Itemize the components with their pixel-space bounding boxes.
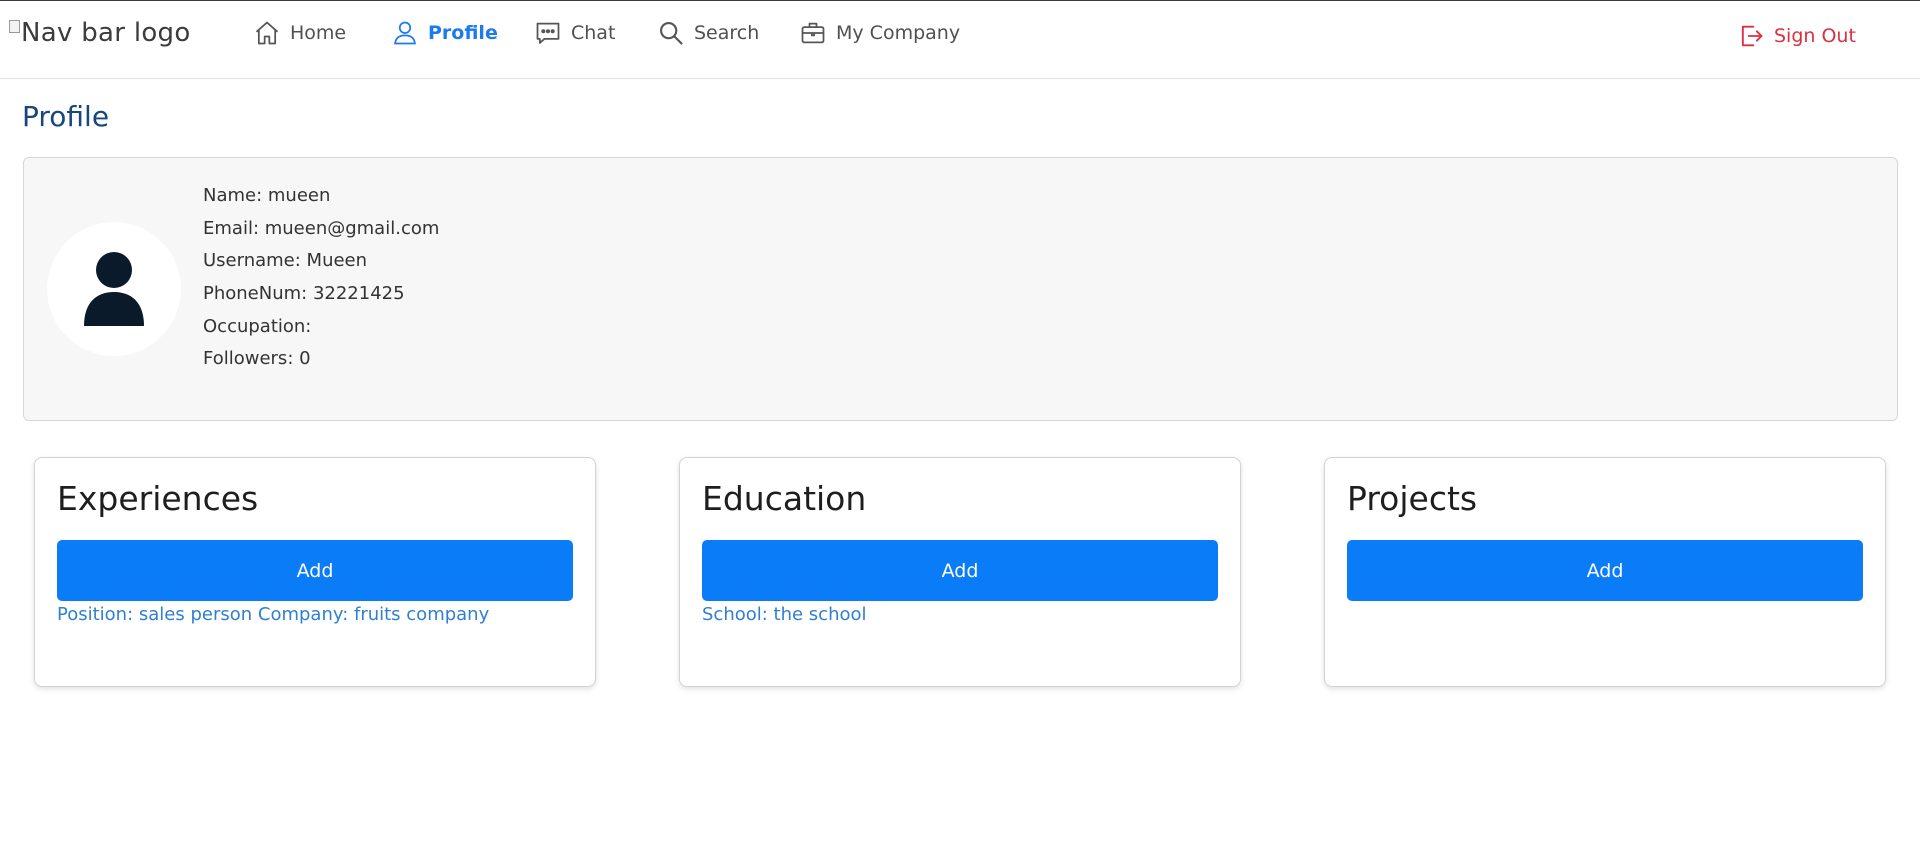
add-education-button[interactable]: Add	[702, 540, 1218, 601]
nav-item-home[interactable]: Home	[253, 19, 346, 47]
education-title: Education	[702, 479, 867, 518]
sign-out-label: Sign Out	[1774, 25, 1856, 47]
nav-item-label: Chat	[571, 22, 616, 44]
page-title: Profile	[22, 100, 110, 133]
top-navbar: Nav bar logo Home Profile Chat Search My…	[0, 1, 1920, 79]
projects-card: Projects Add	[1324, 457, 1886, 687]
briefcase-icon	[801, 22, 825, 44]
experience-entry[interactable]: Position: sales person Company: fruits c…	[57, 604, 489, 625]
person-icon	[84, 252, 144, 326]
broken-image-icon	[9, 20, 20, 33]
home-icon	[255, 21, 279, 45]
avatar	[47, 222, 181, 356]
profile-name: Name: mueen	[203, 185, 331, 206]
nav-logo[interactable]: Nav bar logo	[9, 18, 191, 48]
sign-out-link[interactable]: Sign Out	[1737, 22, 1856, 50]
nav-item-label: My Company	[836, 22, 961, 44]
education-card: Education Add School: the school	[679, 457, 1241, 687]
chat-icon	[536, 22, 560, 44]
experiences-title: Experiences	[57, 479, 259, 518]
nav-item-chat[interactable]: Chat	[534, 19, 615, 47]
profile-username: Username: Mueen	[203, 250, 368, 272]
nav-item-search[interactable]: Search	[657, 19, 759, 47]
experiences-card: Experiences Add Position: sales person C…	[34, 457, 596, 687]
profile-card: Name: mueen Email: mueen@gmail.com Usern…	[23, 157, 1898, 421]
nav-item-my-company[interactable]: My Company	[799, 19, 960, 47]
search-icon	[660, 22, 683, 45]
nav-logo-alt-text: Nav bar logo	[21, 18, 191, 48]
education-entry[interactable]: School: the school	[702, 604, 867, 625]
profile-followers: Followers: 0	[203, 348, 311, 370]
nav-item-profile[interactable]: Profile	[391, 19, 498, 47]
profile-email: Email: mueen@gmail.com	[203, 217, 440, 239]
projects-title: Projects	[1347, 479, 1478, 518]
nav-item-label: Home	[290, 22, 347, 44]
profile-occupation: Occupation:	[203, 315, 312, 337]
nav-item-label: Search	[694, 22, 760, 44]
add-experience-button[interactable]: Add	[57, 540, 573, 601]
sign-out-icon	[1741, 25, 1763, 47]
nav-item-label: Profile	[428, 22, 498, 44]
profile-phone: PhoneNum: 32221425	[203, 283, 405, 305]
add-project-button[interactable]: Add	[1347, 540, 1863, 601]
profile-info: Name: mueen Email: mueen@gmail.com Usern…	[203, 186, 439, 382]
user-icon	[394, 21, 416, 45]
